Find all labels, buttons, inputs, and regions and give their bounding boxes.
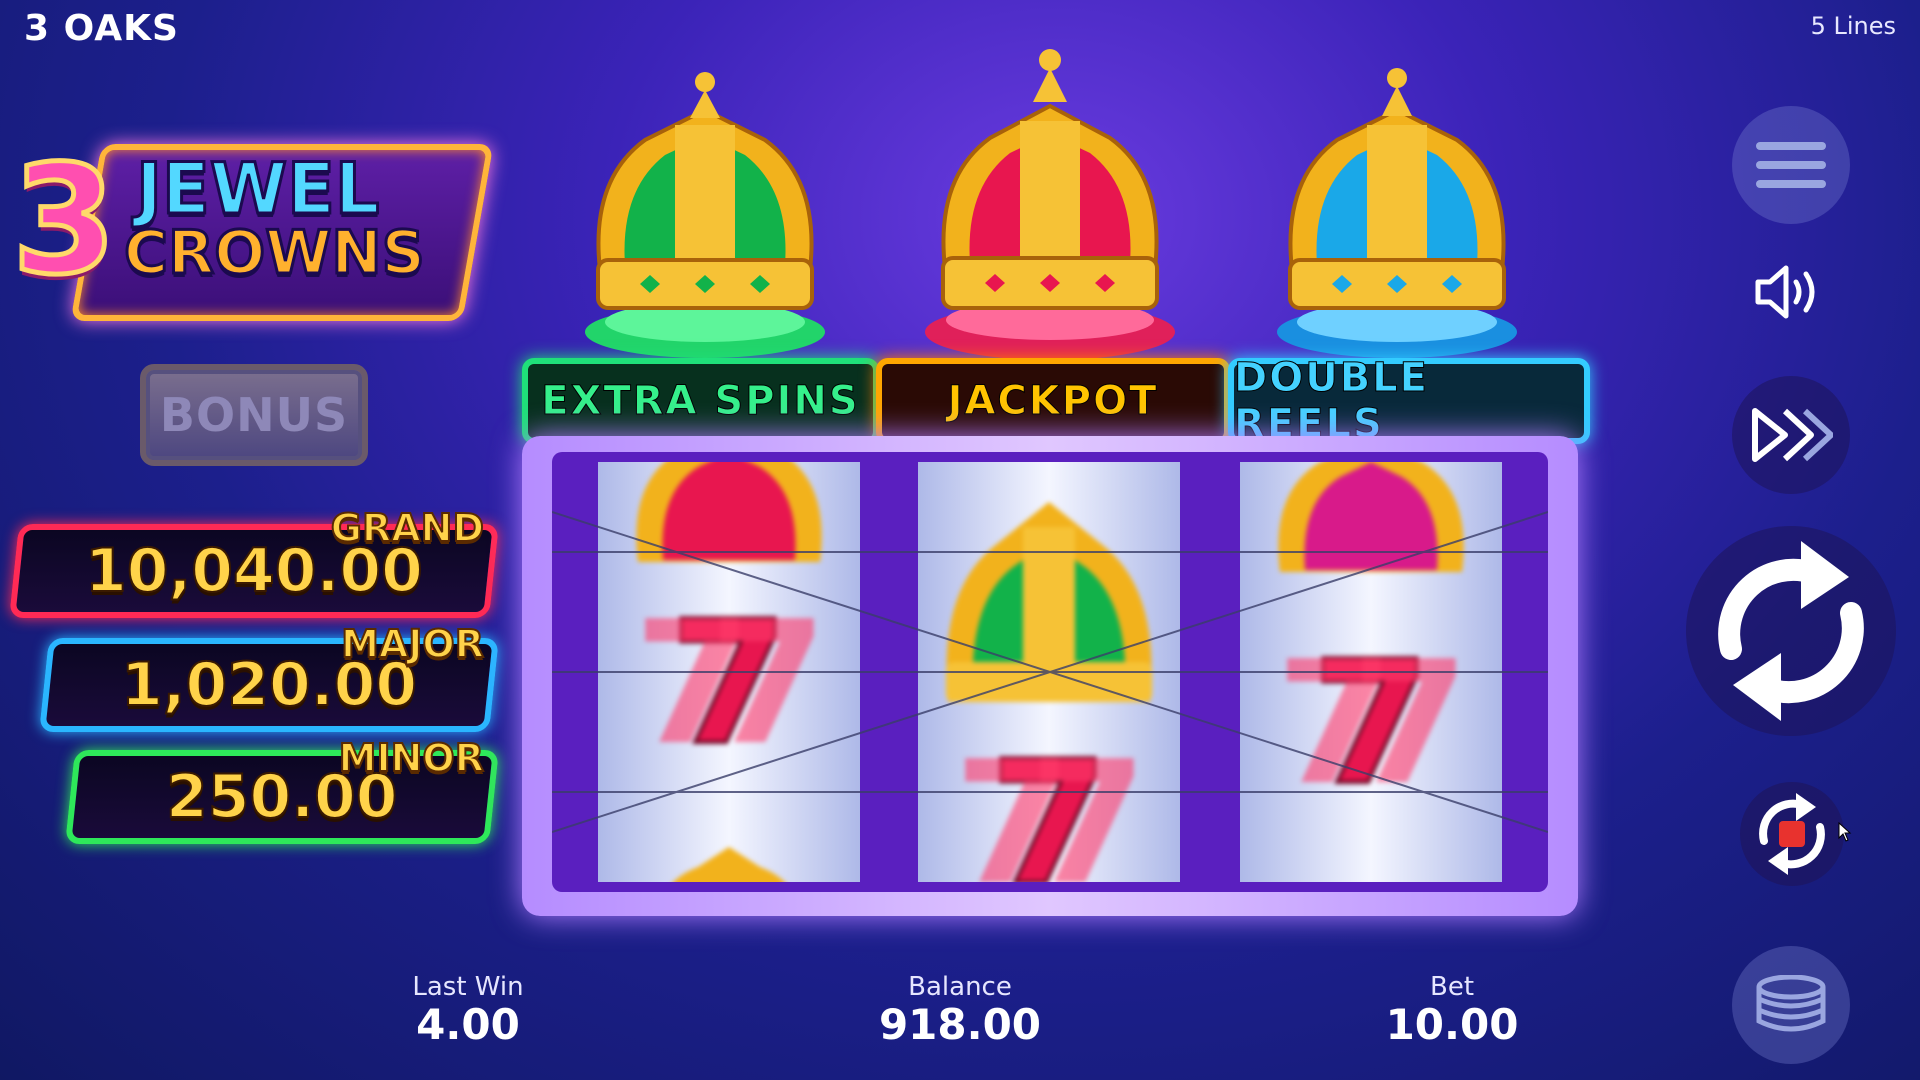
menu-button[interactable] bbox=[1732, 106, 1850, 224]
balance-label: Balance bbox=[908, 972, 1012, 1002]
minor-jackpot: 250.00 MINOR bbox=[65, 735, 499, 844]
seven-symbol-icon: 777 bbox=[918, 732, 1180, 882]
reels-frame: 777 777 777 bbox=[522, 436, 1578, 916]
crown-symbol-icon bbox=[1240, 462, 1502, 582]
balance-value: 918.00 bbox=[878, 1000, 1042, 1049]
crown-symbol-icon bbox=[598, 842, 860, 882]
sound-button[interactable] bbox=[1740, 242, 1840, 342]
menu-icon bbox=[1756, 142, 1826, 188]
bet-button[interactable] bbox=[1732, 946, 1850, 1064]
game-logo: 3 JEWEL CROWNS bbox=[6, 134, 494, 321]
bet-label: Bet bbox=[1429, 972, 1475, 1002]
brand-label: 3 OAKS bbox=[24, 8, 179, 49]
svg-text:7: 7 bbox=[1351, 632, 1469, 802]
reels-area: 777 777 777 bbox=[552, 452, 1548, 892]
reel-2: 777 bbox=[918, 462, 1180, 882]
last-win-value: 4.00 bbox=[416, 1000, 520, 1049]
autoplay-stop-icon bbox=[1759, 793, 1825, 875]
logo-title-line2: CROWNS bbox=[123, 218, 427, 288]
seven-symbol-icon: 777 bbox=[1240, 632, 1502, 802]
fast-forward-icon bbox=[1752, 408, 1833, 462]
last-win-label: Last Win bbox=[412, 972, 524, 1002]
grand-jackpot-label: GRAND bbox=[330, 505, 485, 551]
green-crown-icon bbox=[570, 70, 840, 360]
extra-spins-label: EXTRA SPINS bbox=[522, 358, 879, 444]
major-jackpot: 1,020.00 MAJOR bbox=[39, 621, 499, 732]
crown-symbol-icon bbox=[598, 462, 860, 572]
mouse-cursor-icon bbox=[1838, 822, 1852, 842]
coins-icon bbox=[1756, 975, 1826, 1032]
speaker-icon bbox=[1755, 265, 1815, 319]
reel-1: 777 bbox=[598, 462, 860, 882]
double-reels-label: DOUBLE REELS bbox=[1228, 355, 1590, 448]
svg-text:7: 7 bbox=[709, 602, 827, 762]
balance: Balance 918.00 bbox=[860, 972, 1060, 1048]
bonus-button[interactable]: BONUS bbox=[140, 364, 368, 466]
major-jackpot-label: MAJOR bbox=[340, 621, 485, 667]
bet: Bet 10.00 bbox=[1372, 972, 1532, 1048]
logo-title-line1: JEWEL bbox=[135, 148, 381, 230]
last-win: Last Win 4.00 bbox=[388, 972, 548, 1048]
jackpot-feature-label: JACKPOT bbox=[876, 358, 1230, 444]
svg-text:7: 7 bbox=[1029, 732, 1147, 882]
turbo-button[interactable] bbox=[1732, 376, 1850, 494]
blue-crown-icon bbox=[1262, 64, 1532, 360]
grand-jackpot: 10,040.00 GRAND bbox=[9, 505, 499, 618]
reel-3: 777 bbox=[1240, 462, 1502, 882]
crown-symbol-icon bbox=[918, 482, 1180, 712]
red-crown-icon bbox=[915, 46, 1185, 360]
spin-button[interactable] bbox=[1686, 526, 1896, 736]
autoplay-button[interactable] bbox=[1740, 782, 1844, 886]
bet-value: 10.00 bbox=[1385, 1000, 1519, 1049]
spin-icon bbox=[1718, 541, 1864, 721]
logo-number: 3 bbox=[9, 134, 118, 308]
minor-jackpot-label: MINOR bbox=[338, 735, 485, 781]
seven-symbol-icon: 777 bbox=[598, 602, 860, 762]
lines-label: 5 Lines bbox=[1810, 12, 1896, 40]
